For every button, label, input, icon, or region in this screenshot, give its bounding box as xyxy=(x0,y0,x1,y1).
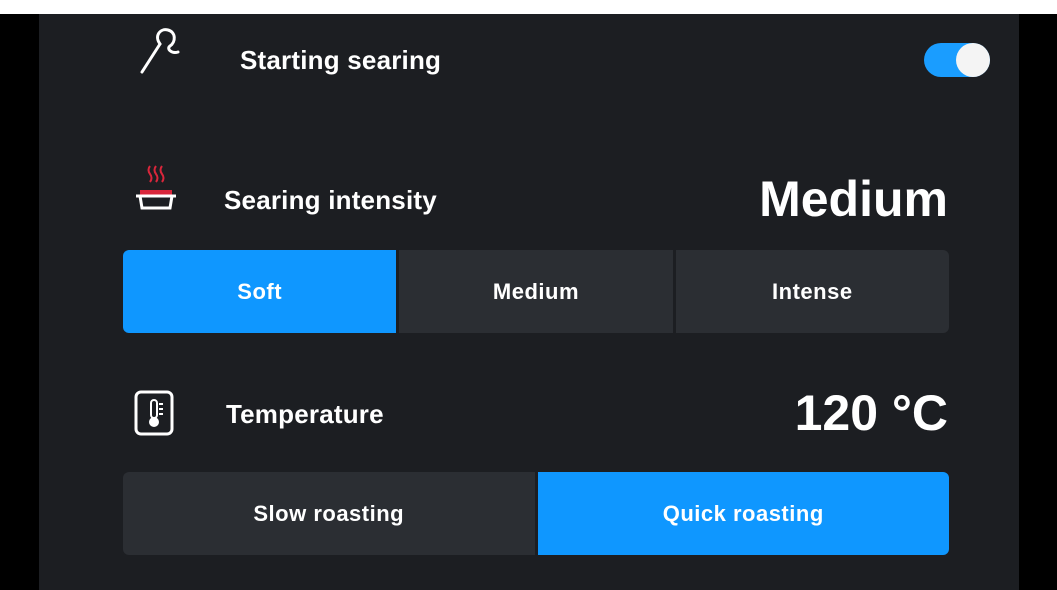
device-screen: Starting searing Searing intensity Mediu… xyxy=(0,14,1057,590)
temperature-value: 120 °C xyxy=(794,385,948,441)
intensity-option-intense[interactable]: Intense xyxy=(672,250,949,333)
pan-heat-icon xyxy=(136,165,176,210)
searing-intensity-label: Searing intensity xyxy=(224,185,437,215)
probe-icon xyxy=(140,28,180,74)
searing-settings-panel: Starting searing Searing intensity Mediu… xyxy=(39,14,1019,590)
toggle-knob xyxy=(956,43,990,77)
intensity-selector: Soft Medium Intense xyxy=(123,250,949,333)
roasting-option-slow[interactable]: Slow roasting xyxy=(123,472,535,555)
temperature-label: Temperature xyxy=(226,399,384,429)
intensity-option-medium[interactable]: Medium xyxy=(396,250,673,333)
searing-intensity-value: Medium xyxy=(759,171,948,227)
roasting-option-quick[interactable]: Quick roasting xyxy=(534,472,949,555)
starting-searing-toggle[interactable] xyxy=(924,43,990,77)
starting-searing-label: Starting searing xyxy=(240,45,442,75)
thermometer-icon xyxy=(134,390,174,436)
intensity-option-soft[interactable]: Soft xyxy=(123,250,397,333)
roasting-mode-selector: Slow roasting Quick roasting xyxy=(123,472,949,555)
